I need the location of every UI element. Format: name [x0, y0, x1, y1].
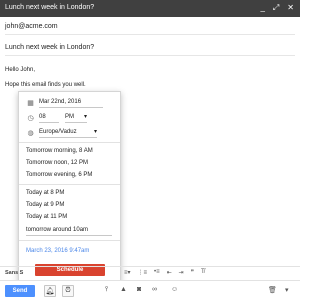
link-icon[interactable]: ∞ [152, 286, 157, 293]
bottom-toolbar: Send 🔔︎ ⏰︎ ⫯ ▲ ◙ ∞ ☺ 🗑︎ ▾ [0, 281, 300, 300]
quote-icon[interactable]: ❞ [191, 269, 194, 276]
clock-icon: ◷ [27, 115, 34, 122]
subject-field[interactable]: Lunch next week in London? [5, 40, 295, 56]
divider [19, 240, 120, 241]
attach-icon[interactable]: ⫯ [105, 286, 108, 294]
formatting-toolbar: Sans S ≡▾ ⋮≡ •≡ ⇤ ⇥ ❞ T̸ [0, 266, 300, 281]
schedule-popup: ▦ Mar 22nd, 2016 ◷ 08 PM ▾ ◍ Europe/Vadu… [18, 91, 121, 283]
chevron-down-icon: ▾ [83, 114, 87, 120]
to-recipient: john@acme.com [5, 23, 58, 30]
drive-icon[interactable]: ▲ [120, 286, 127, 293]
option-tomorrow-morning[interactable]: Tomorrow morning, 8 AM [26, 148, 93, 154]
window-title: Lunch next week in London? [5, 4, 95, 11]
alarm-clock-icon[interactable]: ⏰︎ [62, 285, 74, 297]
send-button[interactable]: Send [5, 285, 35, 297]
option-today-9pm[interactable]: Today at 9 PM [26, 202, 64, 208]
custom-time-input[interactable]: tomorrow around 10am [26, 226, 112, 236]
font-select[interactable]: Sans S [5, 270, 23, 276]
subject-text: Lunch next week in London? [5, 44, 95, 51]
option-today-8pm[interactable]: Today at 8 PM [26, 190, 64, 196]
remove-formatting-icon[interactable]: T̸ [201, 269, 205, 276]
emoji-icon[interactable]: ☺ [171, 286, 178, 293]
globe-icon: ◍ [27, 130, 34, 137]
trash-icon[interactable]: 🗑︎ [268, 286, 277, 294]
to-field[interactable]: john@acme.com [5, 19, 295, 35]
numbered-list-icon[interactable]: ⋮≡ [138, 269, 148, 276]
timezone-row: ◍ Europe/Vaduz ▾ [26, 128, 97, 138]
ampm-value: PM [65, 114, 74, 120]
hour-input[interactable]: 08 [39, 113, 59, 123]
minimize-icon[interactable]: _ [260, 3, 264, 13]
divider [19, 184, 120, 185]
more-options-icon[interactable]: ▾ [285, 286, 289, 294]
format-icons: ≡▾ ⋮≡ •≡ ⇤ ⇥ ❞ T̸ [124, 269, 205, 276]
camera-icon[interactable]: ◙ [137, 286, 141, 293]
calendar-icon: ▦ [27, 100, 34, 107]
expand-icon[interactable]: ⤢ [273, 3, 279, 13]
compose-titlebar[interactable]: Lunch next week in London? _ ⤢ ✕ [0, 0, 300, 17]
timezone-value: Europe/Vaduz [39, 129, 77, 135]
option-today-11pm[interactable]: Today at 11 PM [26, 214, 67, 220]
bulleted-list-icon[interactable]: •≡ [154, 269, 160, 276]
compose-window: Lunch next week in London? _ ⤢ ✕ john@ac… [0, 0, 300, 300]
indent-less-icon[interactable]: ⇤ [167, 269, 172, 276]
chevron-down-icon: ▾ [93, 129, 97, 135]
last-scheduled-link[interactable]: March 23, 2016 9:47am [26, 248, 89, 254]
body-line-1: Hello John, [5, 67, 36, 73]
align-icon[interactable]: ≡▾ [124, 269, 131, 276]
time-row: ◷ 08 PM ▾ [26, 113, 87, 123]
date-input[interactable]: Mar 22nd, 2016 [39, 98, 103, 108]
window-controls: _ ⤢ ✕ [260, 3, 294, 13]
option-tomorrow-evening[interactable]: Tomorrow evening, 6 PM [26, 172, 92, 178]
body-line-2: Hope this email finds you well. [5, 82, 86, 88]
close-icon[interactable]: ✕ [287, 3, 294, 13]
bell-icon[interactable]: 🔔︎ [44, 285, 56, 297]
ampm-select[interactable]: PM ▾ [65, 113, 87, 123]
divider [19, 142, 120, 143]
timezone-select[interactable]: Europe/Vaduz ▾ [39, 128, 97, 138]
option-tomorrow-noon[interactable]: Tomorrow noon, 12 PM [26, 160, 88, 166]
date-row: ▦ Mar 22nd, 2016 [26, 98, 103, 108]
indent-more-icon[interactable]: ⇥ [179, 269, 184, 276]
